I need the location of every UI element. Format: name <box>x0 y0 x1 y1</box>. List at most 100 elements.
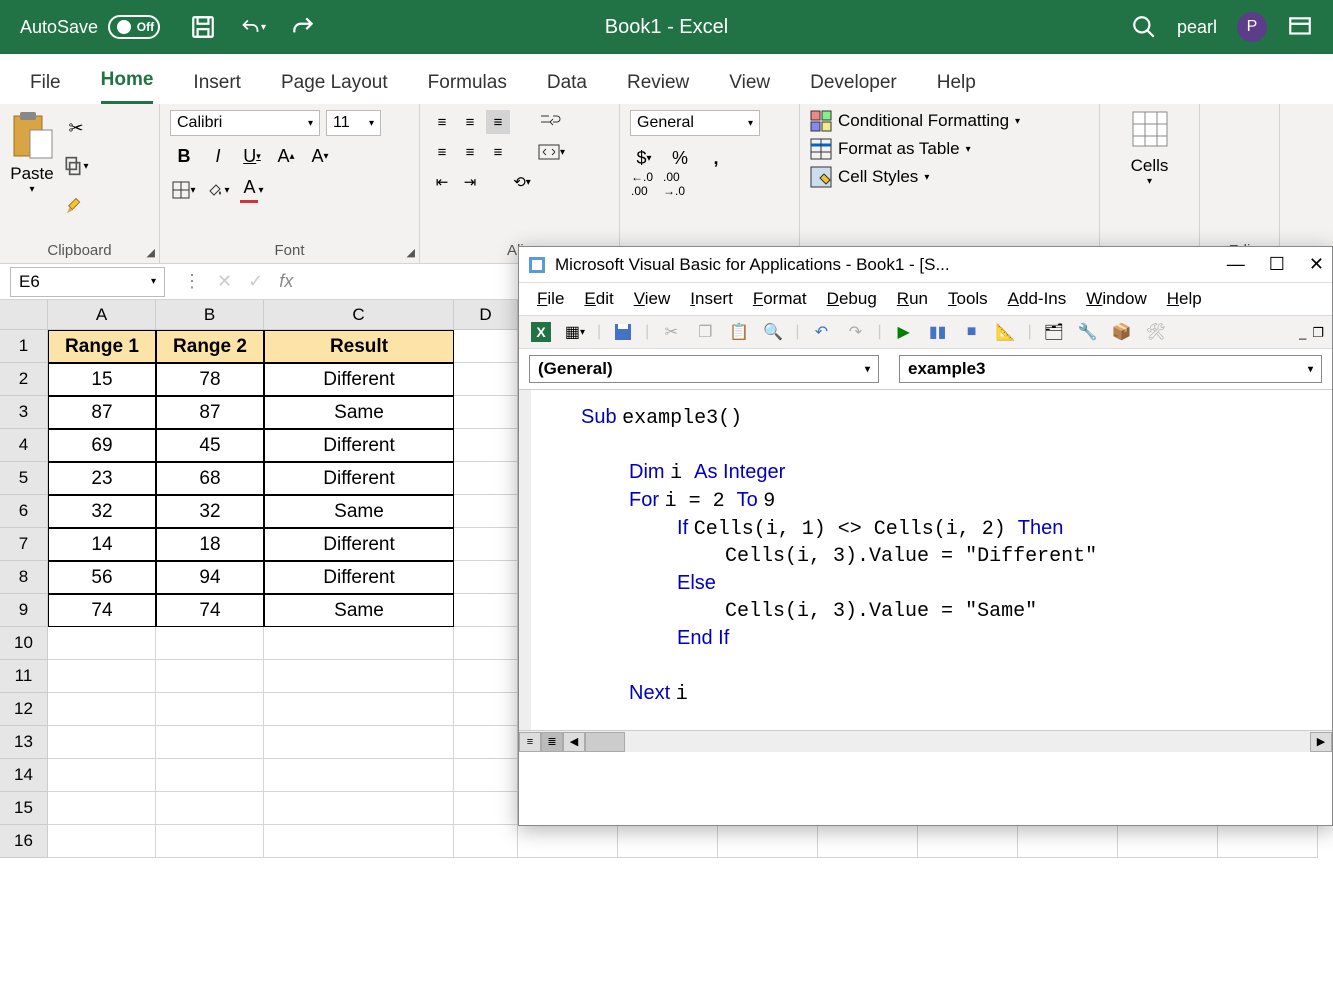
decrease-indent-icon[interactable]: ⇤ <box>430 170 454 194</box>
design-mode-icon[interactable]: 📐 <box>994 320 1018 344</box>
cell[interactable] <box>454 693 518 726</box>
object-browser-icon[interactable]: 📦 <box>1110 320 1134 344</box>
font-name-select[interactable]: Calibri▾ <box>170 110 320 136</box>
column-header[interactable]: D <box>454 300 518 330</box>
align-middle-icon[interactable]: ≡ <box>458 110 482 134</box>
cell[interactable]: 15 <box>48 363 156 396</box>
vba-menu-insert[interactable]: Insert <box>690 289 733 309</box>
select-all-corner[interactable] <box>0 300 48 330</box>
tab-data[interactable]: Data <box>547 72 587 104</box>
tab-formulas[interactable]: Formulas <box>428 72 507 104</box>
cell[interactable] <box>454 594 518 627</box>
ribbon-display-icon[interactable] <box>1287 14 1313 40</box>
cell[interactable]: 94 <box>156 561 264 594</box>
row-header[interactable]: 5 <box>0 462 48 495</box>
copy-icon[interactable]: ▾ <box>62 152 90 180</box>
toolbox-icon[interactable]: 🛠 <box>1144 320 1168 344</box>
mdi-minimize-icon[interactable]: _ <box>1299 325 1306 341</box>
cell[interactable] <box>264 660 454 693</box>
dialog-launcher-icon[interactable]: ◢ <box>147 246 155 259</box>
row-header[interactable]: 12 <box>0 693 48 726</box>
cell[interactable]: 74 <box>48 594 156 627</box>
vba-menu-view[interactable]: View <box>634 289 671 309</box>
cell[interactable] <box>156 792 264 825</box>
row-header[interactable]: 8 <box>0 561 48 594</box>
cell[interactable]: 87 <box>48 396 156 429</box>
underline-button[interactable]: U▾ <box>238 142 266 170</box>
row-header[interactable]: 10 <box>0 627 48 660</box>
italic-button[interactable]: I <box>204 142 232 170</box>
vba-menu-debug[interactable]: Debug <box>827 289 877 309</box>
cell[interactable]: 32 <box>156 495 264 528</box>
increase-font-icon[interactable]: A▴ <box>272 142 300 170</box>
number-format-select[interactable]: General▾ <box>630 110 760 136</box>
cell[interactable]: Different <box>264 462 454 495</box>
row-header[interactable]: 7 <box>0 528 48 561</box>
cell[interactable] <box>156 825 264 858</box>
excel-icon[interactable]: X <box>529 320 553 344</box>
find-icon[interactable]: 🔍 <box>761 320 785 344</box>
cell[interactable] <box>264 825 454 858</box>
column-header[interactable]: C <box>264 300 454 330</box>
cell[interactable] <box>718 825 818 858</box>
autosave-control[interactable]: AutoSave Off <box>20 15 160 39</box>
cell[interactable]: Same <box>264 495 454 528</box>
vba-menu-add-ins[interactable]: Add-Ins <box>1008 289 1067 309</box>
cell[interactable] <box>264 726 454 759</box>
format-painter-icon[interactable] <box>62 190 90 218</box>
cell[interactable]: 78 <box>156 363 264 396</box>
options-icon[interactable]: ⋮ <box>183 271 201 292</box>
redo-icon[interactable]: ↷ <box>843 320 867 344</box>
cell[interactable] <box>454 660 518 693</box>
align-center-icon[interactable]: ≡ <box>458 140 482 164</box>
cell[interactable] <box>818 825 918 858</box>
paste-icon[interactable]: 📋 <box>727 320 751 344</box>
copy-icon[interactable]: ❐ <box>693 320 717 344</box>
cell[interactable] <box>48 726 156 759</box>
align-bottom-icon[interactable]: ≡ <box>486 110 510 134</box>
font-color-icon[interactable]: A▾ <box>238 176 266 204</box>
scroll-thumb[interactable] <box>585 732 625 752</box>
cell[interactable]: Different <box>264 528 454 561</box>
cell[interactable]: Same <box>264 594 454 627</box>
decrease-decimal-icon[interactable]: .00→.0 <box>662 172 686 196</box>
vba-menu-tools[interactable]: Tools <box>948 289 988 309</box>
cell[interactable] <box>1218 825 1318 858</box>
cell[interactable]: 32 <box>48 495 156 528</box>
cell[interactable]: 68 <box>156 462 264 495</box>
cell[interactable] <box>454 396 518 429</box>
cut-icon[interactable]: ✂ <box>659 320 683 344</box>
cell[interactable] <box>48 759 156 792</box>
vba-titlebar[interactable]: Microsoft Visual Basic for Applications … <box>519 247 1332 283</box>
orientation-icon[interactable]: ⟲▾ <box>510 170 534 194</box>
reset-icon[interactable]: ■ <box>960 320 984 344</box>
align-left-icon[interactable]: ≡ <box>430 140 454 164</box>
cell[interactable]: 74 <box>156 594 264 627</box>
row-header[interactable]: 13 <box>0 726 48 759</box>
paste-button[interactable]: Paste ▾ <box>10 110 54 195</box>
cell[interactable] <box>454 330 518 363</box>
vba-menu-window[interactable]: Window <box>1086 289 1146 309</box>
maximize-icon[interactable]: ☐ <box>1269 254 1285 275</box>
tab-developer[interactable]: Developer <box>810 72 897 104</box>
procedure-dropdown[interactable]: example3▾ <box>899 355 1322 383</box>
cell[interactable] <box>264 627 454 660</box>
insert-module-icon[interactable]: ▦▾ <box>563 320 587 344</box>
row-header[interactable]: 3 <box>0 396 48 429</box>
font-size-select[interactable]: 11▾ <box>326 110 381 136</box>
cut-icon[interactable]: ✂ <box>62 114 90 142</box>
cell[interactable] <box>48 792 156 825</box>
cell[interactable] <box>48 693 156 726</box>
column-header[interactable]: A <box>48 300 156 330</box>
cell[interactable] <box>454 825 518 858</box>
align-right-icon[interactable]: ≡ <box>486 140 510 164</box>
view-proc-icon[interactable]: ≣ <box>541 732 563 752</box>
row-header[interactable]: 14 <box>0 759 48 792</box>
cell[interactable] <box>156 726 264 759</box>
cell[interactable] <box>156 660 264 693</box>
row-header[interactable]: 11 <box>0 660 48 693</box>
cell[interactable]: 45 <box>156 429 264 462</box>
cell[interactable] <box>48 825 156 858</box>
row-header[interactable]: 2 <box>0 363 48 396</box>
row-header[interactable]: 1 <box>0 330 48 363</box>
